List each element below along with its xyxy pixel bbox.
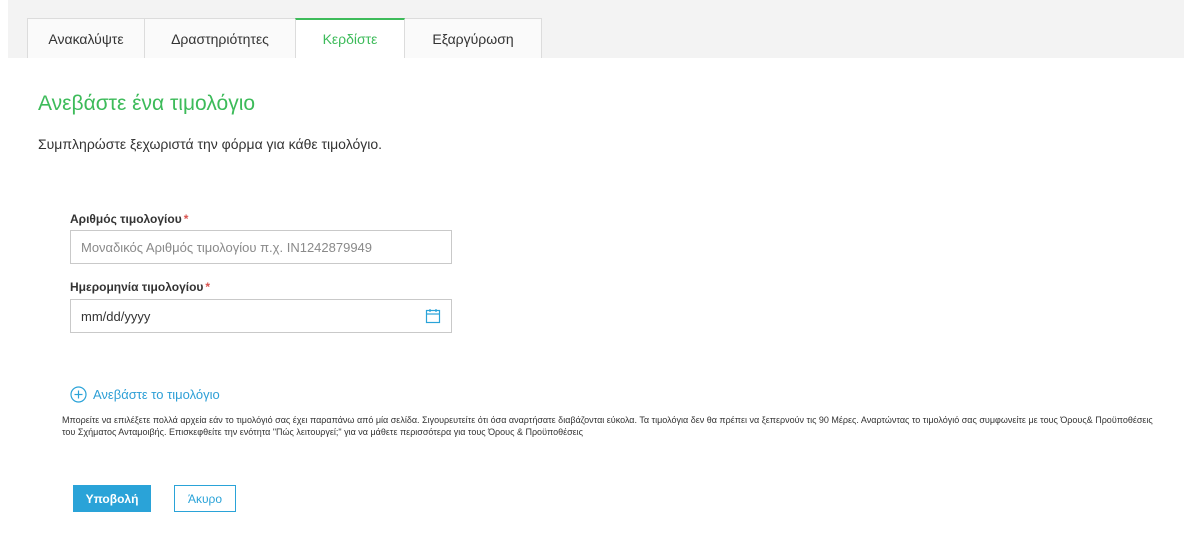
invoice-number-label: Αριθμός τιμολογίου * xyxy=(70,212,188,226)
tabs: Ανακαλύψτε Δραστηριότητες Κερδίστε Εξαργ… xyxy=(27,18,542,58)
invoice-number-input[interactable] xyxy=(70,230,452,264)
required-mark: * xyxy=(205,280,211,294)
invoice-date-input[interactable]: mm/dd/yyyy xyxy=(70,299,452,333)
upload-invoice-link[interactable]: Ανεβάστε το τιμολόγιο xyxy=(70,386,220,403)
page-title: Ανεβάστε ένα τιμολόγιο xyxy=(38,92,256,115)
invoice-date-value: mm/dd/yyyy xyxy=(81,309,151,324)
required-mark: * xyxy=(183,212,189,226)
page-subtitle: Συμπληρώστε ξεχωριστά την φόρμα για κάθε… xyxy=(38,136,383,152)
upload-invoice-form: Ανεβάστε ένα τιμολόγιο Συμπληρώστε ξεχωρ… xyxy=(8,58,1184,540)
invoice-date-label: Ημερομηνία τιμολογίου * xyxy=(70,280,210,294)
page: Ανακαλύψτε Δραστηριότητες Κερδίστε Εξαργ… xyxy=(8,0,1184,540)
submit-button[interactable]: Υποβολή xyxy=(73,485,151,512)
tab-bar: Ανακαλύψτε Δραστηριότητες Κερδίστε Εξαργ… xyxy=(8,0,1184,58)
tab-discover[interactable]: Ανακαλύψτε xyxy=(27,18,145,58)
plus-circle-icon xyxy=(70,386,87,403)
invoice-number-label-text: Αριθμός τιμολογίου xyxy=(70,212,182,226)
cancel-button[interactable]: Άκυρο xyxy=(174,485,236,512)
tab-earn[interactable]: Κερδίστε xyxy=(295,18,405,58)
upload-invoice-label: Ανεβάστε το τιμολόγιο xyxy=(93,387,220,402)
invoice-date-label-text: Ημερομηνία τιμολογίου xyxy=(70,280,204,294)
tab-redeem[interactable]: Εξαργύρωση xyxy=(404,18,542,58)
calendar-icon[interactable] xyxy=(425,308,441,324)
tab-activities[interactable]: Δραστηριότητες xyxy=(144,18,296,58)
upload-note: Μπορείτε να επιλέξετε πολλά αρχεία εάν τ… xyxy=(62,415,1153,437)
